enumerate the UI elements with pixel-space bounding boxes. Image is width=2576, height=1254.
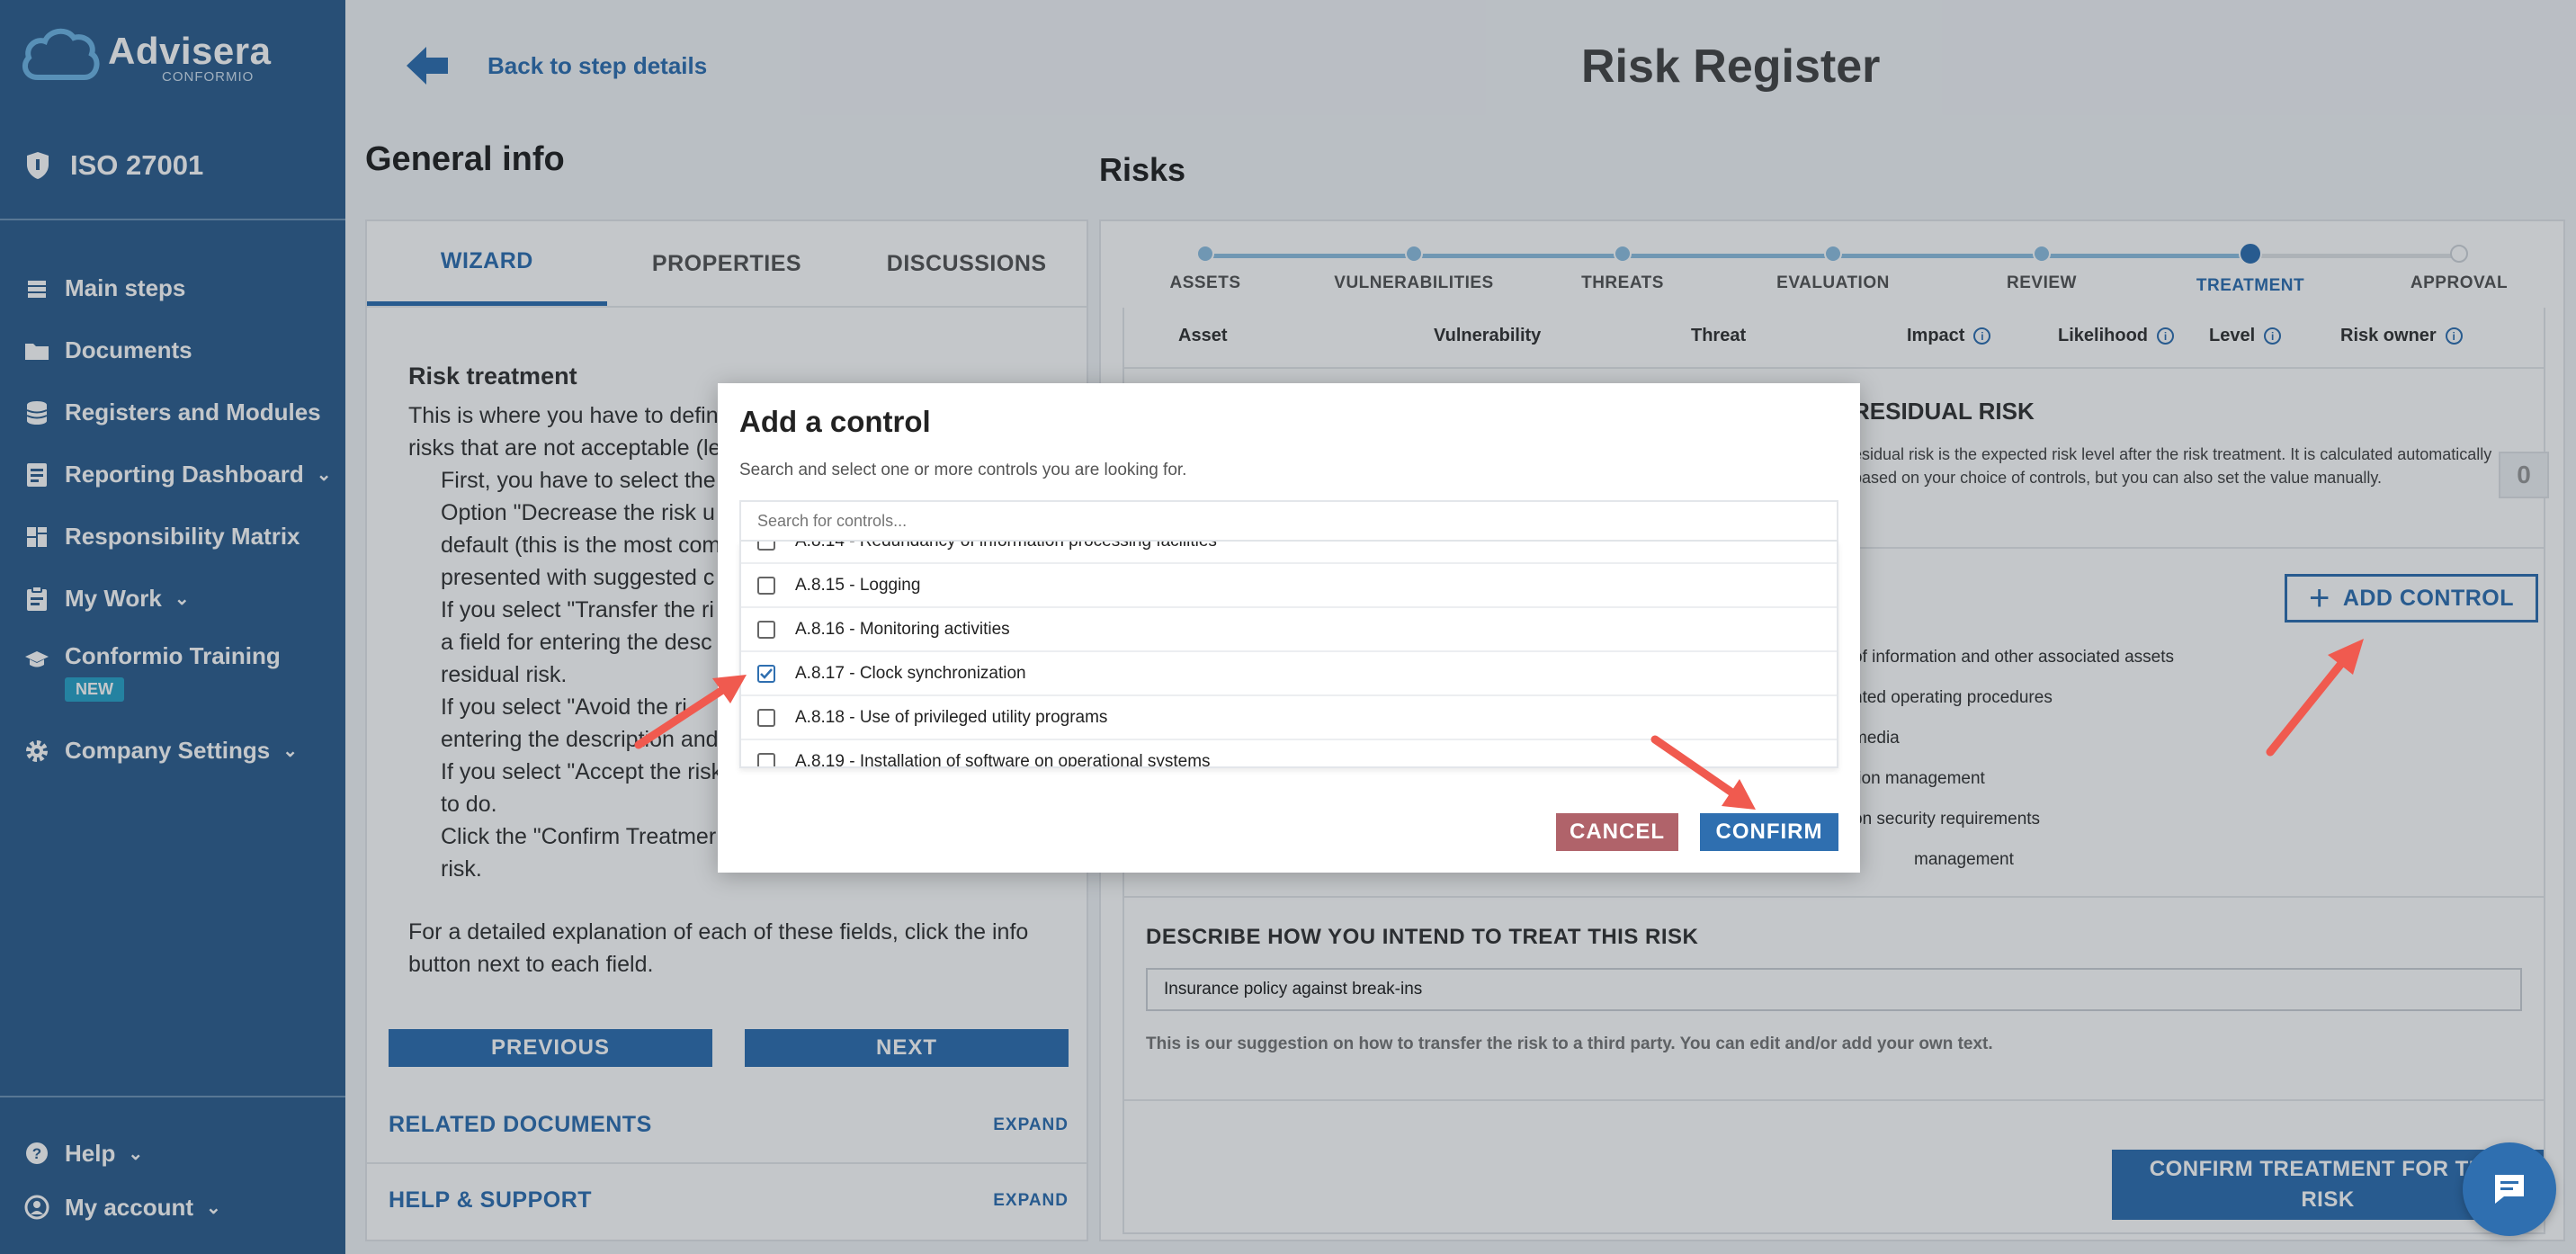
checkbox[interactable] — [757, 542, 775, 551]
control-option-label: A.8.18 - Use of privileged utility progr… — [795, 707, 1108, 727]
checkbox[interactable] — [757, 620, 775, 639]
control-option-label: A.8.16 - Monitoring activities — [795, 619, 1010, 639]
chat-button[interactable] — [2463, 1142, 2556, 1236]
dialog-subtitle: Search and select one or more controls y… — [739, 461, 1187, 479]
control-option[interactable]: A.8.18 - Use of privileged utility progr… — [741, 696, 1837, 740]
control-option-label: A.8.14 - Redundancy of information proce… — [795, 542, 1217, 551]
dialog-buttons: CANCEL CONFIRM — [1556, 813, 1838, 851]
control-option[interactable]: A.8.17 - Clock synchronization — [741, 652, 1837, 696]
add-control-dialog: Add a control Search and select one or m… — [718, 383, 1860, 873]
control-option-label: A.8.17 - Clock synchronization — [795, 663, 1026, 683]
control-option-label: A.8.15 - Logging — [795, 575, 921, 595]
confirm-button[interactable]: CONFIRM — [1700, 813, 1838, 851]
control-list: A.8.14 - Redundancy of information proce… — [739, 542, 1838, 768]
checkbox[interactable] — [757, 752, 775, 766]
control-option[interactable]: A.8.15 - Logging — [741, 564, 1837, 608]
checkbox[interactable] — [757, 708, 775, 727]
control-option-label: A.8.19 - Installation of software on ope… — [795, 751, 1211, 768]
checkmark-icon — [760, 667, 773, 679]
control-option[interactable]: A.8.19 - Installation of software on ope… — [741, 740, 1837, 768]
checkbox[interactable] — [757, 576, 775, 595]
chat-bubble-icon — [2495, 1175, 2524, 1204]
dialog-title: Add a control — [739, 405, 931, 438]
control-search-input[interactable] — [739, 500, 1838, 542]
checkbox-checked[interactable] — [757, 664, 775, 683]
cancel-button[interactable]: CANCEL — [1556, 813, 1678, 851]
control-option[interactable]: A.8.16 - Monitoring activities — [741, 608, 1837, 652]
control-option[interactable]: A.8.14 - Redundancy of information proce… — [741, 542, 1837, 564]
